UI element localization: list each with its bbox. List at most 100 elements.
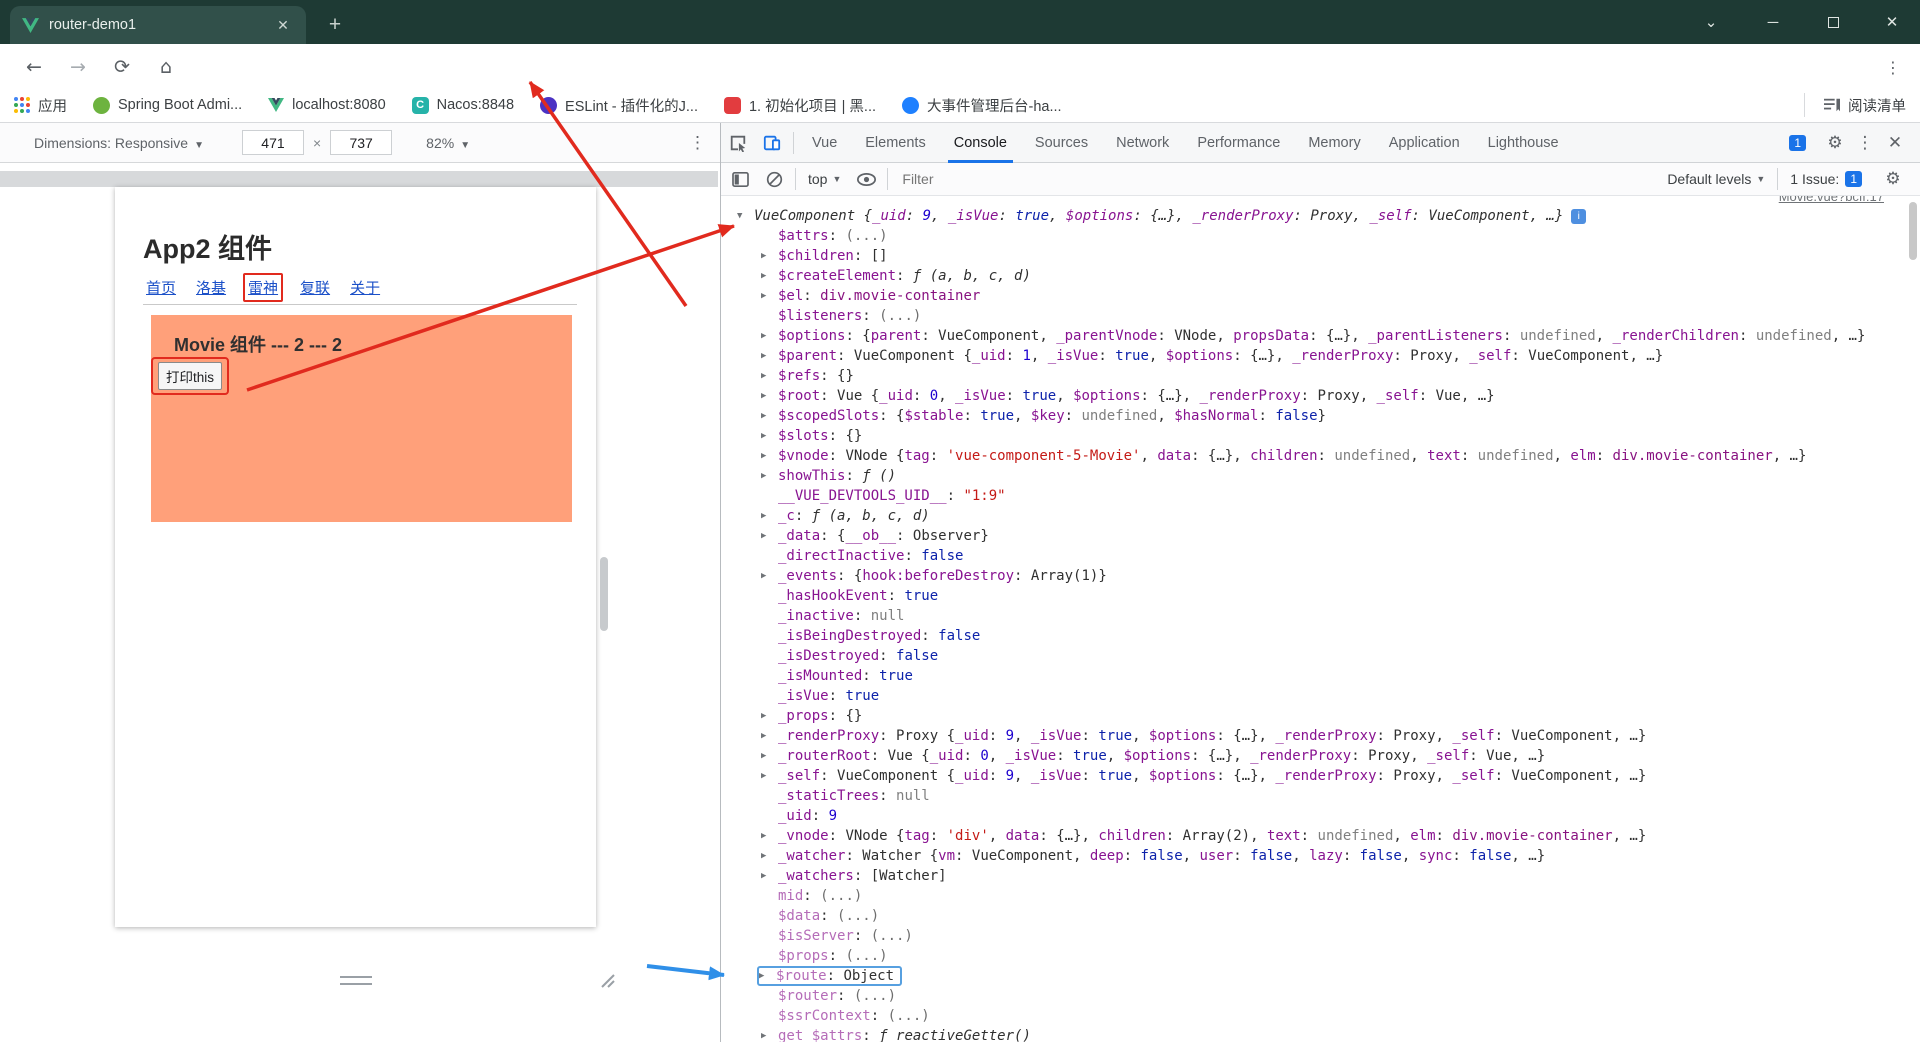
console-line[interactable]: ▶ _vnode: VNode {tag: 'div', data: {…}, c… [721, 826, 1920, 846]
devtools-settings-gear-icon[interactable]: ⚙ [1820, 133, 1850, 153]
forward-button[interactable]: → [63, 52, 93, 82]
disclosure-triangle-icon[interactable]: ▶ [761, 251, 778, 261]
devtools-tab-application[interactable]: Application [1375, 123, 1474, 163]
devtools-tab-network[interactable]: Network [1102, 123, 1183, 163]
disclosure-triangle-icon[interactable]: ▶ [761, 1031, 778, 1041]
disclosure-triangle-icon[interactable]: ▶ [761, 731, 778, 741]
disclosure-triangle-icon[interactable]: ▶ [761, 451, 778, 461]
disclosure-triangle-icon[interactable]: ▶ [761, 871, 778, 881]
console-line[interactable]: ▶ $el: div.movie-container [721, 286, 1920, 306]
console-line[interactable]: ▶ $scopedSlots: {$stable: true, $key: und… [721, 406, 1920, 426]
disclosure-triangle-icon[interactable]: ▶ [761, 511, 778, 521]
disclosure-triangle-icon[interactable]: ▶ [761, 571, 778, 581]
console-line[interactable]: ▶ $createElement: ƒ (a, b, c, d) [721, 266, 1920, 286]
dimensions-select[interactable]: Dimensions: Responsive ▼ [34, 135, 204, 151]
tab-close-icon[interactable]: ✕ [272, 14, 294, 36]
console-source-link[interactable]: Movie.vue?bcff:17 [1779, 196, 1884, 204]
bookmark-item[interactable]: localhost:8080 [268, 97, 386, 113]
disclosure-triangle-icon[interactable]: ▶ [761, 351, 778, 361]
disclosure-triangle-icon[interactable]: ▶ [761, 411, 778, 421]
nav-link-5[interactable]: 关于 [347, 275, 383, 300]
console-line[interactable]: ▶ _routerRoot: Vue {_uid: 0, _isVue: true… [721, 746, 1920, 766]
console-line[interactable]: ▶ get $attrs: ƒ reactiveGetter() [721, 1026, 1920, 1042]
console-line[interactable]: ▶ $root: Vue {_uid: 0, _isVue: true, $opt… [721, 386, 1920, 406]
disclosure-triangle-icon[interactable]: ▶ [761, 291, 778, 301]
log-levels-select[interactable]: Default levels ▼ [1667, 171, 1765, 187]
nav-link-1[interactable]: 首页 [143, 275, 179, 300]
disclosure-triangle-icon[interactable]: ▶ [761, 771, 778, 781]
console-line[interactable]: ▶ $parent: VueComponent {_uid: 1, _isVue:… [721, 346, 1920, 366]
console-line[interactable]: ▶ $slots: {} [721, 426, 1920, 446]
nav-link-3[interactable]: 雷神 [243, 273, 284, 302]
reading-list-button[interactable]: 阅读清单 [1804, 93, 1906, 117]
live-expression-eye-icon[interactable] [849, 159, 883, 199]
devtools-tab-performance[interactable]: Performance [1183, 123, 1294, 163]
browser-tab[interactable]: router-demo1 ✕ [10, 6, 306, 44]
bookmark-item[interactable]: 1. 初始化项目 | 黑... [723, 95, 876, 116]
inspect-element-icon[interactable] [721, 123, 755, 163]
issues-badge[interactable]: 1 [1789, 134, 1806, 151]
viewport-scrollbar[interactable] [600, 557, 608, 631]
console-line[interactable]: ▶ $route: Object [721, 966, 1920, 986]
disclosure-triangle-icon[interactable]: ▶ [761, 851, 778, 861]
console-line[interactable]: ▶ $refs: {} [721, 366, 1920, 386]
disclosure-triangle-icon[interactable]: ▼ [737, 211, 754, 221]
bookmark-item[interactable]: C Nacos:8848 [411, 96, 514, 114]
window-maximize-button[interactable] [1810, 0, 1856, 44]
frame-context-select[interactable]: top ▼ [808, 171, 841, 187]
devtools-tab-vue[interactable]: Vue [798, 123, 851, 163]
window-close-button[interactable]: ✕ [1869, 0, 1915, 44]
console-line[interactable]: ▶ _data: {__ob__: Observer} [721, 526, 1920, 546]
window-minimize-button[interactable]: ─ [1750, 0, 1796, 44]
console-line[interactable]: ▶ $options: {parent: VueComponent, _paren… [721, 326, 1920, 346]
console-line[interactable]: ▼ VueComponent {_uid: 9, _isVue: true, $o… [721, 206, 1920, 226]
console-settings-gear-icon[interactable]: ⚙ [1878, 169, 1908, 189]
viewport-resize-grip[interactable] [340, 976, 372, 985]
devtools-menu-icon[interactable]: ⋮ [1850, 133, 1880, 153]
disclosure-triangle-icon[interactable]: ▶ [761, 391, 778, 401]
console-line[interactable]: ▶ _self: VueComponent {_uid: 9, _isVue: t… [721, 766, 1920, 786]
nav-link-2[interactable]: 洛基 [193, 275, 229, 300]
console-line[interactable]: ▶ $children: [] [721, 246, 1920, 266]
device-toolbar-toggle-icon[interactable] [755, 123, 789, 163]
console-line[interactable]: ▶ _watcher: Watcher {vm: VueComponent, de… [721, 846, 1920, 866]
disclosure-triangle-icon[interactable]: ▶ [761, 831, 778, 841]
disclosure-triangle-icon[interactable]: ▶ [761, 271, 778, 281]
console-line[interactable]: ▶ showThis: ƒ () [721, 466, 1920, 486]
issues-count-label[interactable]: 1 Issue: [1790, 171, 1839, 187]
console-line[interactable]: ▶ $vnode: VNode {tag: 'vue-component-5-Mo… [721, 446, 1920, 466]
bookmark-apps[interactable]: 应用 [14, 95, 67, 116]
bookmark-item[interactable]: ESLint - 插件化的J... [540, 95, 698, 116]
disclosure-triangle-icon[interactable]: ▶ [761, 371, 778, 381]
disclosure-triangle-icon[interactable]: ▶ [761, 431, 778, 441]
devtools-close-icon[interactable]: ✕ [1880, 133, 1910, 153]
console-sidebar-icon[interactable] [723, 159, 757, 199]
browser-menu-icon[interactable]: ⋮ [1878, 52, 1908, 82]
back-button[interactable]: ← [19, 52, 49, 82]
devtools-tab-memory[interactable]: Memory [1294, 123, 1374, 163]
devtools-tab-console[interactable]: Console [940, 123, 1021, 163]
console-filter-input[interactable] [902, 171, 1163, 187]
clear-console-icon[interactable] [757, 159, 791, 199]
devtools-tab-sources[interactable]: Sources [1021, 123, 1102, 163]
bookmark-item[interactable]: Spring Boot Admi... [93, 96, 242, 114]
chevron-down-icon[interactable]: ⌄ [1688, 0, 1734, 44]
print-this-button[interactable]: 打印this [157, 362, 222, 390]
devtools-tab-lighthouse[interactable]: Lighthouse [1474, 123, 1573, 163]
home-button[interactable]: ⌂ [151, 52, 181, 82]
bookmark-item[interactable]: 大事件管理后台-ha... [902, 95, 1062, 116]
console-line[interactable]: ▶ _events: {hook:beforeDestroy: Array(1)} [721, 566, 1920, 586]
nav-link-4[interactable]: 复联 [297, 275, 333, 300]
disclosure-triangle-icon[interactable]: ▶ [761, 531, 778, 541]
console-line[interactable]: ▶ _props: {} [721, 706, 1920, 726]
console-line[interactable]: ▶ _c: ƒ (a, b, c, d) [721, 506, 1920, 526]
vue-devtools-inspect-icon[interactable]: i [1571, 208, 1587, 224]
disclosure-triangle-icon[interactable]: ▶ [759, 971, 776, 981]
viewport-resize-corner[interactable] [598, 971, 616, 989]
viewport-width-input[interactable] [241, 130, 304, 155]
console-scrollbar[interactable] [1909, 202, 1917, 260]
device-toolbar-more-icon[interactable]: ⋮ [689, 133, 706, 153]
disclosure-triangle-icon[interactable]: ▶ [761, 471, 778, 481]
console-line[interactable]: ▶ _renderProxy: Proxy {_uid: 9, _isVue: t… [721, 726, 1920, 746]
issues-count-badge[interactable]: 1 [1845, 171, 1862, 187]
